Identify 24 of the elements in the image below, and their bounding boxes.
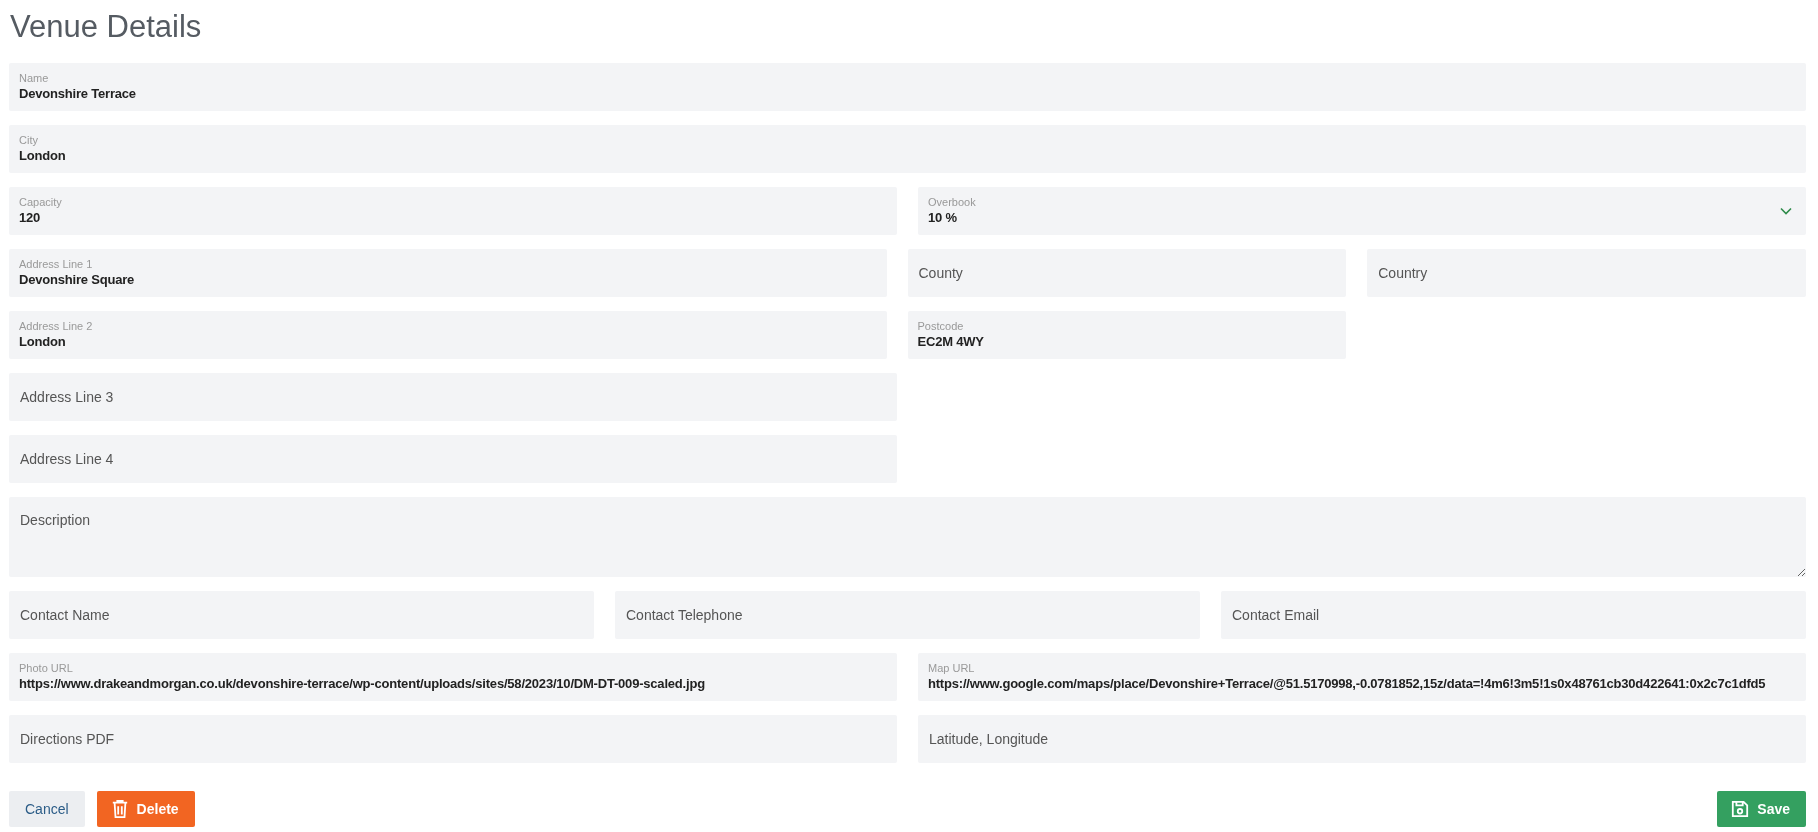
input-field[interactable]: Directions PDF [9,715,897,763]
input-field[interactable]: Country [1367,249,1806,297]
input-field[interactable]: Postcode EC2M 4WY [907,311,1347,359]
trash-icon [110,799,129,819]
input-field[interactable]: Address Line 1 Devonshire Square [9,249,887,297]
floppy-disk-icon [1731,799,1750,819]
input-field[interactable]: City London [9,125,1806,173]
input-field[interactable]: Latitude, Longitude [918,715,1806,763]
input-field[interactable]: Address Line 2 London [9,311,887,359]
page-title: Venue Details [10,9,203,45]
input-field[interactable]: Contact Telephone [615,591,1200,639]
cancel-button[interactable]: Cancel [9,791,85,827]
input-field[interactable]: Photo URL https://www.drakeandmorgan.co.uk/devonshire-terrace/wp-content/uploads/sites/58/2023/10/DM-DT-009-scaled.jpg [9,653,897,701]
input-field[interactable]: Address Line 4 [9,435,897,483]
input-field[interactable]: Map URL https://www.google.com/maps/place/Devonshire+Terrace/@51.5170998,-0.0781852,15z/data=!4m6!3m5!1s0x48761cb30d422641:0x2c7c1dfd5 [918,653,1806,701]
input-field[interactable]: Name Devonshire Terrace [9,63,1806,111]
description-field[interactable]: Description [9,497,1806,577]
input-field[interactable]: Capacity 120 [9,187,897,235]
input-field[interactable]: County [907,249,1347,297]
input-field[interactable]: Contact Name [9,591,594,639]
dropdown-field[interactable]: Overbook 10 % [918,187,1806,235]
input-field[interactable]: Contact Email [1221,591,1806,639]
chevron-down-icon[interactable] [1780,207,1792,215]
input-field[interactable]: Address Line 3 [9,373,897,421]
